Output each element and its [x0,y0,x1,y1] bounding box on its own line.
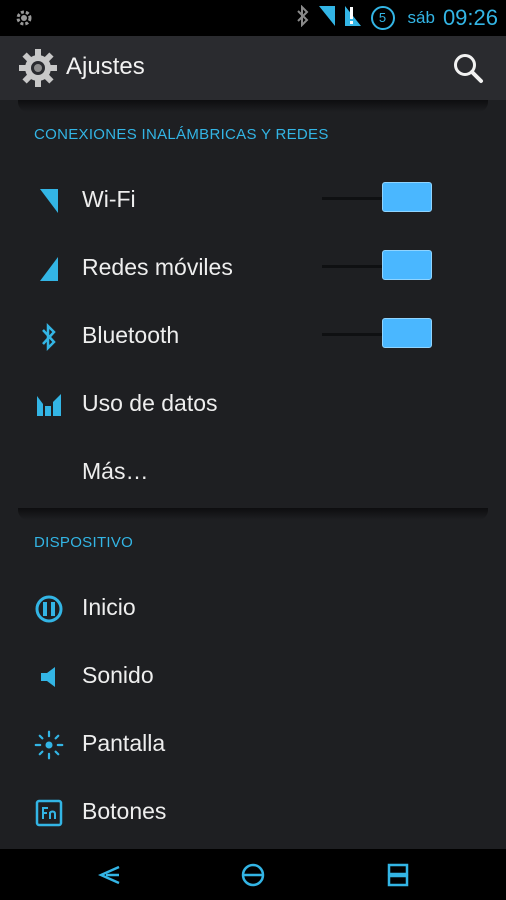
mobile-signal-icon [34,254,64,284]
fn-key-icon [34,798,64,828]
wifi-signal-icon [318,4,336,33]
toggle-thumb [382,318,432,348]
navigation-bar [0,849,506,900]
bluetooth-icon [34,322,64,352]
status-time: 09:26 [442,5,498,30]
section-divider [18,100,488,112]
cell-signal-icon [344,4,362,33]
settings-item-label: Sonido [82,662,154,688]
settings-item-bluetooth[interactable]: Bluetooth [0,302,506,370]
settings-list: CONEXIONES INALÁMBRICAS Y REDES Wi-Fi Re… [0,100,506,849]
settings-item-more[interactable]: Más… [0,438,506,506]
settings-item-label: Más… [82,458,149,484]
wifi-icon [34,186,64,216]
recents-icon[interactable] [378,859,418,891]
battery-level: 5 [378,10,387,25]
settings-item-label: Pantalla [82,730,166,756]
mobile-networks-toggle[interactable] [322,250,434,284]
settings-item-data-usage[interactable]: Uso de datos [0,370,506,438]
section-header-device: DISPOSITIVO [34,534,134,551]
settings-item-home[interactable]: Inicio [0,574,506,642]
settings-gear-icon[interactable] [18,48,58,93]
toggle-thumb [382,182,432,212]
settings-notification-icon [14,8,34,33]
toggle-thumb [382,250,432,280]
settings-item-display[interactable]: Pantalla [0,710,506,778]
section-header-wireless: CONEXIONES INALÁMBRICAS Y REDES [34,126,329,143]
settings-item-label: Redes móviles [82,254,233,280]
bluetooth-status-icon [296,4,310,32]
battery-icon: 5 [370,5,396,31]
speaker-icon [34,662,64,692]
section-divider [18,508,488,520]
status-bar: 5 sáb 09:26 [0,0,506,36]
settings-item-label: Bluetooth [82,322,180,348]
settings-item-sound[interactable]: Sonido [0,642,506,710]
brightness-icon [34,730,64,760]
page-title: Ajustes [66,53,145,80]
data-usage-icon [34,390,64,420]
search-icon[interactable] [452,52,484,89]
bluetooth-toggle[interactable] [322,318,434,352]
settings-item-label: Uso de datos [82,390,218,416]
home-icon [34,594,64,624]
settings-item-buttons[interactable]: Botones [0,778,506,846]
home-icon[interactable] [233,859,273,891]
settings-item-mobile-networks[interactable]: Redes móviles [0,234,506,302]
settings-item-label: Inicio [82,594,136,620]
settings-item-wifi[interactable]: Wi-Fi [0,166,506,234]
action-bar: Ajustes [0,36,506,100]
wifi-toggle[interactable] [322,182,434,216]
settings-item-label: Wi-Fi [82,186,136,212]
status-day: sáb [407,8,435,27]
back-icon[interactable] [90,859,130,891]
settings-item-label: Botones [82,798,167,824]
